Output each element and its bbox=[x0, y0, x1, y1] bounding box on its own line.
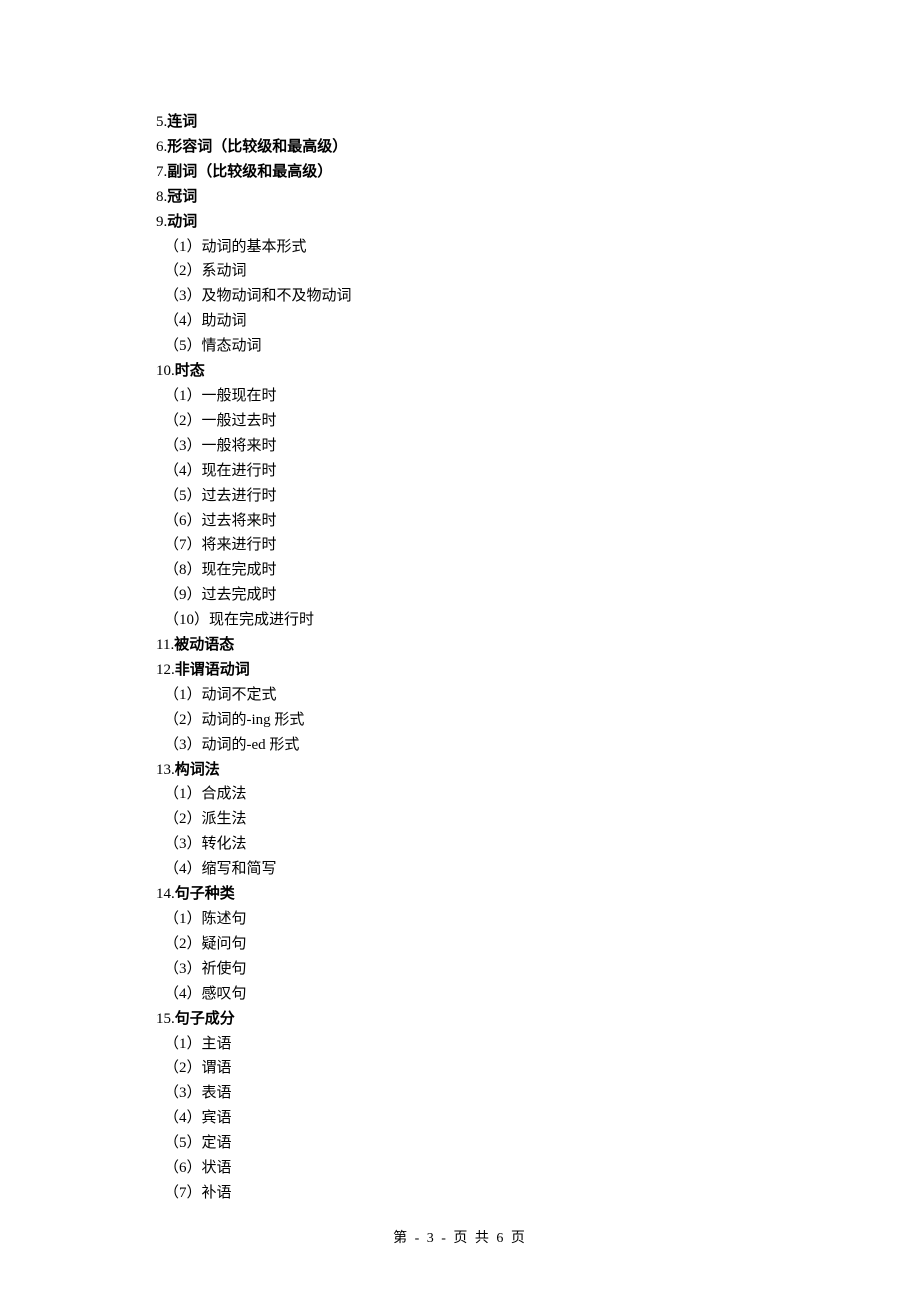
section-heading: 6.形容词（比较级和最高级） bbox=[156, 135, 920, 160]
section-number: 14. bbox=[156, 886, 175, 902]
sub-item: （1）动词的基本形式 bbox=[156, 235, 920, 260]
section-title: 副词（比较级和最高级） bbox=[167, 164, 332, 180]
sub-item: （1）动词不定式 bbox=[156, 683, 920, 708]
sub-item: （10）现在完成进行时 bbox=[156, 608, 920, 633]
sub-item: （2）谓语 bbox=[156, 1056, 920, 1081]
section-title: 句子成分 bbox=[175, 1011, 235, 1027]
sub-item: （4）宾语 bbox=[156, 1106, 920, 1131]
section-title: 被动语态 bbox=[174, 637, 234, 653]
section-title: 构词法 bbox=[175, 762, 220, 778]
section-title: 连词 bbox=[167, 114, 197, 130]
page-footer: 第 - 3 - 页 共 6 页 bbox=[0, 1227, 920, 1247]
section-heading: 9.动词 bbox=[156, 210, 920, 235]
section-heading: 5.连词 bbox=[156, 110, 920, 135]
section-number: 13. bbox=[156, 762, 175, 778]
section-title: 句子种类 bbox=[175, 886, 235, 902]
page-content: 5.连词6.形容词（比较级和最高级）7.副词（比较级和最高级）8.冠词9.动词（… bbox=[0, 0, 920, 1206]
section-title: 时态 bbox=[175, 363, 205, 379]
section-heading: 14.句子种类 bbox=[156, 882, 920, 907]
sub-item: （3）一般将来时 bbox=[156, 434, 920, 459]
sub-item: （5）情态动词 bbox=[156, 334, 920, 359]
section-heading: 15.句子成分 bbox=[156, 1007, 920, 1032]
sub-item: （7）将来进行时 bbox=[156, 533, 920, 558]
sub-item: （2）一般过去时 bbox=[156, 409, 920, 434]
section-heading: 11.被动语态 bbox=[156, 633, 920, 658]
section-heading: 12.非谓语动词 bbox=[156, 658, 920, 683]
sub-item: （1）主语 bbox=[156, 1032, 920, 1057]
section-title: 冠词 bbox=[167, 189, 197, 205]
section-number: 6. bbox=[156, 139, 167, 155]
sub-item: （1）合成法 bbox=[156, 782, 920, 807]
sub-item: （5）定语 bbox=[156, 1131, 920, 1156]
sub-item: （3）表语 bbox=[156, 1081, 920, 1106]
section-number: 15. bbox=[156, 1011, 175, 1027]
section-number: 11. bbox=[156, 637, 174, 653]
sub-item: （5）过去进行时 bbox=[156, 484, 920, 509]
sub-item: （2）动词的-ing 形式 bbox=[156, 708, 920, 733]
sub-item: （2）系动词 bbox=[156, 259, 920, 284]
sub-item: （1）陈述句 bbox=[156, 907, 920, 932]
sub-item: （6）状语 bbox=[156, 1156, 920, 1181]
section-number: 10. bbox=[156, 363, 175, 379]
section-heading: 10.时态 bbox=[156, 359, 920, 384]
section-number: 5. bbox=[156, 114, 167, 130]
section-number: 12. bbox=[156, 662, 175, 678]
section-number: 8. bbox=[156, 189, 167, 205]
section-heading: 13.构词法 bbox=[156, 758, 920, 783]
section-number: 7. bbox=[156, 164, 167, 180]
sub-item: （4）助动词 bbox=[156, 309, 920, 334]
sub-item: （1）一般现在时 bbox=[156, 384, 920, 409]
sub-item: （6）过去将来时 bbox=[156, 509, 920, 534]
sub-item: （8）现在完成时 bbox=[156, 558, 920, 583]
sub-item: （3）及物动词和不及物动词 bbox=[156, 284, 920, 309]
sub-item: （3）祈使句 bbox=[156, 957, 920, 982]
sub-item: （4）现在进行时 bbox=[156, 459, 920, 484]
sub-item: （3）转化法 bbox=[156, 832, 920, 857]
sub-item: （2）派生法 bbox=[156, 807, 920, 832]
section-heading: 7.副词（比较级和最高级） bbox=[156, 160, 920, 185]
sub-item: （4）缩写和简写 bbox=[156, 857, 920, 882]
sub-item: （9）过去完成时 bbox=[156, 583, 920, 608]
section-heading: 8.冠词 bbox=[156, 185, 920, 210]
section-title: 非谓语动词 bbox=[175, 662, 250, 678]
section-title: 动词 bbox=[167, 214, 197, 230]
section-title: 形容词（比较级和最高级） bbox=[167, 139, 347, 155]
sub-item: （7）补语 bbox=[156, 1181, 920, 1206]
section-number: 9. bbox=[156, 214, 167, 230]
sub-item: （2）疑问句 bbox=[156, 932, 920, 957]
sub-item: （3）动词的-ed 形式 bbox=[156, 733, 920, 758]
sub-item: （4）感叹句 bbox=[156, 982, 920, 1007]
